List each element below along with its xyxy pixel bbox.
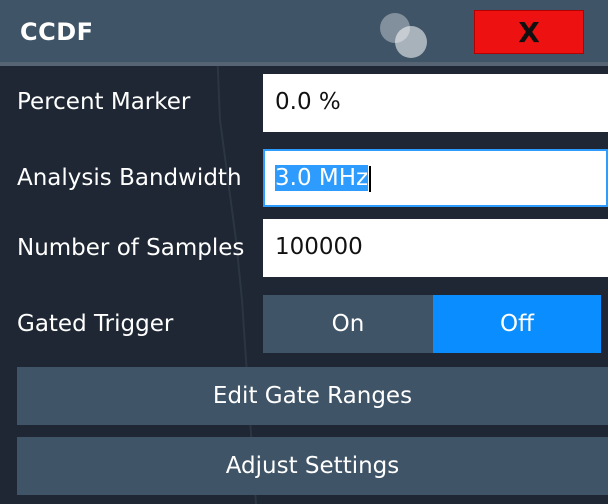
percent-marker-field[interactable]: 0.0 % — [263, 74, 608, 132]
title-divider — [0, 62, 608, 66]
percent-marker-value: 0.0 % — [275, 89, 341, 115]
adjust-settings-button[interactable]: Adjust Settings — [17, 437, 608, 495]
adjust-settings-label: Adjust Settings — [225, 453, 400, 479]
analysis-bandwidth-field[interactable]: 3.0 MHz — [263, 149, 608, 207]
number-of-samples-value: 100000 — [275, 234, 363, 260]
edit-gate-ranges-button[interactable]: Edit Gate Ranges — [17, 367, 608, 425]
title-bar: CCDF X — [0, 0, 608, 62]
close-icon: X — [518, 15, 540, 49]
gated-trigger-on-button[interactable]: On — [263, 295, 433, 353]
percent-marker-label: Percent Marker — [17, 89, 191, 115]
text-caret — [369, 165, 372, 192]
window-decoration-icon — [380, 13, 427, 58]
analysis-bandwidth-value: 3.0 MHz — [275, 165, 369, 191]
gated-trigger-on-label: On — [331, 311, 365, 337]
dialog-title: CCDF — [20, 18, 94, 46]
analysis-bandwidth-label: Analysis Bandwidth — [17, 165, 242, 191]
number-of-samples-field[interactable]: 100000 — [263, 219, 608, 277]
gated-trigger-off-button[interactable]: Off — [433, 295, 601, 353]
gated-trigger-off-label: Off — [500, 311, 534, 337]
gated-trigger-label: Gated Trigger — [17, 311, 174, 337]
close-button[interactable]: X — [474, 10, 584, 54]
ccdf-dialog: CCDF X Percent Marker 0.0 % Analysis Ban… — [0, 0, 608, 504]
number-of-samples-label: Number of Samples — [17, 235, 245, 261]
edit-gate-ranges-label: Edit Gate Ranges — [212, 383, 413, 409]
